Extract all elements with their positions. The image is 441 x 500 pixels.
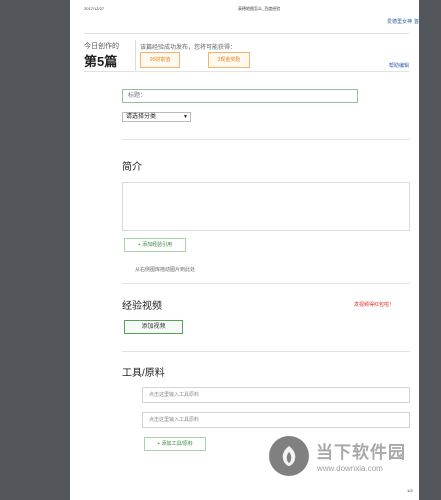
tool-input-2[interactable]: 点击这里输入工具原料 (142, 412, 410, 428)
title-input[interactable] (122, 89, 358, 103)
header-divider (84, 33, 409, 34)
category-select-label: 请选择分类 (126, 114, 157, 120)
form-divider (122, 139, 410, 140)
video-reward-link[interactable]: 发视频得红包啦！ (354, 301, 394, 308)
site-watermark: 当下软件园 www.downxia.com (266, 432, 441, 500)
stats-divider (135, 40, 136, 70)
watermark-url: www.downxia.com (317, 464, 383, 473)
menu-link[interactable]: 首 (414, 18, 419, 25)
watermark-brand: 当下软件园 (316, 443, 406, 462)
image-drag-hint: 从右侧图库拖动图片到此处 (135, 267, 196, 273)
video-divider (122, 351, 410, 352)
stats-divider-line (84, 71, 409, 72)
intro-divider (122, 283, 410, 284)
tools-heading: 工具/原料 (122, 368, 165, 379)
print-doc-title: 高德地图怎么_百度经验 (238, 6, 281, 11)
today-label: 今日创作的 (84, 43, 119, 50)
watermark-logo-icon (269, 436, 309, 476)
article-count: 第5篇 (84, 54, 118, 69)
print-date: 2017/12/27 (84, 6, 105, 11)
wealth-badge: 20财富值 (140, 52, 180, 68)
intro-textarea[interactable] (122, 182, 410, 231)
category-select[interactable]: 请选择分类 ▼ (122, 112, 191, 122)
add-tool-button[interactable]: + 添加工具/原料 (144, 437, 206, 451)
help-link[interactable]: 帮助编辑 (389, 62, 409, 69)
tool-input-1[interactable]: 点击这里输入工具原料 (142, 387, 410, 403)
chevron-down-icon: ▼ (183, 114, 188, 120)
document-page: 2017/12/27 高德地图怎么_百度经验 爱德里女神 | 首 今日创作的 第… (70, 0, 419, 500)
add-video-button[interactable]: 添加视频 (124, 320, 183, 334)
add-reference-button[interactable]: + 添加经验引用 (124, 238, 186, 252)
divider-bar: | (410, 18, 412, 23)
intro-heading: 简介 (122, 162, 142, 173)
promo-text: 该篇经验成功发布，您将可能获得： (140, 45, 237, 51)
video-heading: 经验视频 (122, 301, 162, 312)
user-link[interactable]: 爱德里女神 (387, 18, 412, 25)
reward-badge: 3现金奖励 (208, 52, 250, 68)
